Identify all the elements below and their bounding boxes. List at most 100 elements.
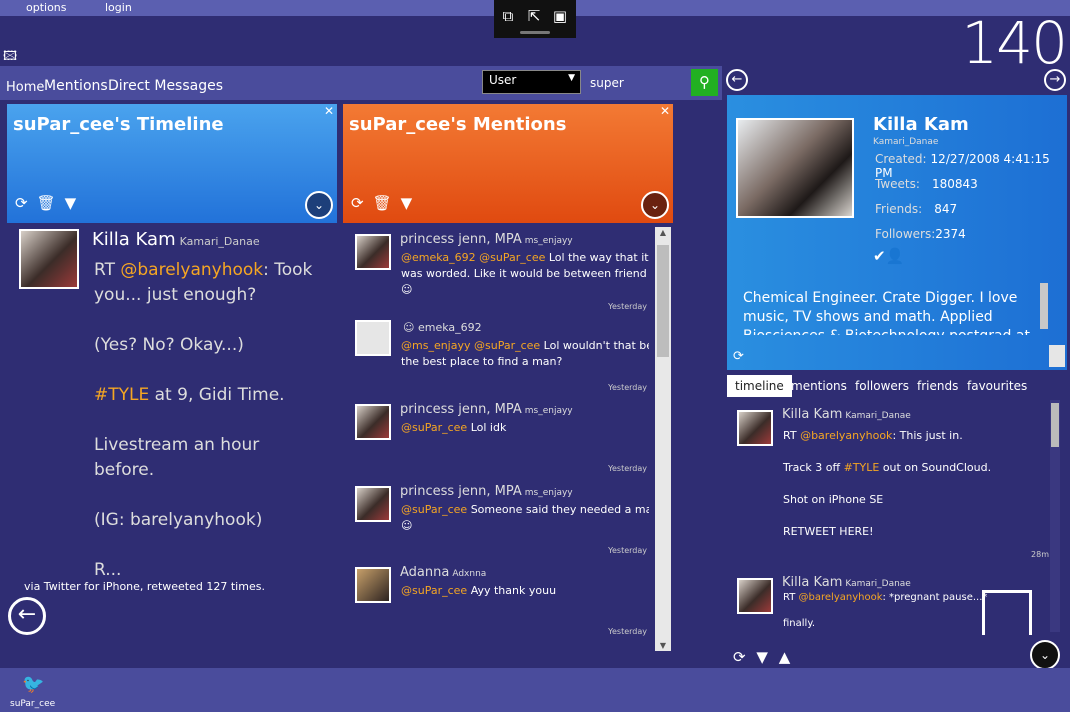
scroll-up-icon[interactable]: ▲ [655,228,671,237]
scroll-down-icon[interactable]: ▼ [655,641,671,650]
list-item[interactable]: princess jenn, MPA ms_enjayy @suPar_cee L… [349,394,649,474]
mentions-list: princess jenn, MPA ms_enjayy @emeka_692 @… [349,224,655,650]
bio-scrollbar[interactable] [1040,283,1048,329]
search-type-select[interactable]: User ▼ [482,70,581,94]
follow-user-icon[interactable]: ✔👤 [873,247,904,265]
login-menu[interactable]: login [105,1,132,14]
tweet-line: : This just in. [892,429,963,442]
mention-text: @suPar_cee Someone said they needed a ma… [401,502,649,534]
tweet-text: Track 3 off #TYLE out on SoundCloud. [783,461,1043,474]
options-menu[interactable]: options [26,1,67,14]
list-item[interactable]: Killa Kam Kamari_Danae RT @barelyanyhook:… [727,400,1051,568]
tab-mentions[interactable]: mentions [783,375,855,397]
mention-link[interactable]: @barelyanyhook [799,592,883,603]
avatar[interactable] [355,486,391,522]
trash-icon[interactable]: 🗑 [37,194,56,212]
nav-mentions[interactable]: Mentions [44,78,108,94]
filter-triangle-icon[interactable]: ▼ [65,194,77,212]
select-pointer-icon[interactable]: ⇱ [524,6,544,26]
mention-author-name: princess jenn, MPA [400,232,522,247]
tweet-prefix: RT [94,260,121,280]
trash-icon[interactable]: 🗑 [373,194,392,212]
mention-author: Adanna Adxnna [400,565,486,580]
refresh-icon[interactable]: ⟳ [733,349,744,364]
triangle-down-icon[interactable]: ▼ [756,648,768,666]
timestamp: Yesterday [608,464,647,473]
avatar[interactable] [19,229,79,289]
new-window-icon[interactable]: ⧉ [498,6,518,26]
search-type-value: User [489,73,517,87]
tweet-prefix: RT [783,429,801,442]
mention-link[interactable]: @suPar_cee [401,584,467,597]
hashtag-link[interactable]: #TYLE [94,385,149,405]
avatar[interactable] [355,234,391,270]
refresh-icon[interactable]: ⟳ [15,194,28,212]
expand-panel-button[interactable]: ⌄ [1030,640,1060,670]
mention-link[interactable]: @ms_enjayy @suPar_cee [401,339,540,352]
close-icon[interactable]: ✕ [660,104,670,118]
twitter-bird-icon[interactable]: 🐦 [22,674,44,695]
current-user-label: suPar_cee [10,699,56,709]
mention-author-handle: ms_enjayy [524,488,573,498]
tweet-author-handle: Kamari_Danae [179,235,260,248]
tab-friends[interactable]: friends [909,375,966,397]
mention-link[interactable]: @suPar_cee [401,421,467,434]
search-button[interactable]: ⚲ [691,69,718,96]
search-input[interactable]: super [586,70,692,96]
profile-followers: Followers:2374 [875,227,966,241]
tab-favourites[interactable]: favourites [959,375,1035,397]
profile-tweets: Tweets: 180843 [875,177,978,191]
back-button[interactable]: ← [8,597,46,635]
timeline-column-header: suPar_cee's Timeline ✕ ⟳ 🗑 ▼ ⌄ [7,104,337,223]
close-icon[interactable]: ✕ [324,104,334,118]
tweet-author-name: Killa Kam [782,407,843,422]
tweet-text: Shot on iPhone SE [783,493,884,506]
mentions-scroll-thumb[interactable] [657,245,669,357]
tweet-body: RT @barelyanyhook: Took you... just enou… [94,258,314,583]
expand-column-button[interactable]: ⌄ [305,191,333,219]
list-item[interactable]: princess jenn, MPA ms_enjayy @suPar_cee S… [349,476,649,556]
tweet-author[interactable]: Killa Kam Kamari_Danae [92,229,260,250]
resize-handle[interactable] [1049,345,1065,367]
fullscreen-icon[interactable]: ▣ [550,6,570,26]
list-item[interactable]: ☺ emeka_692 @ms_enjayy @suPar_cee Lol wo… [349,312,649,392]
mention-body: Lol the way that it [545,251,649,264]
expand-column-button[interactable]: ⌄ [641,191,669,219]
avatar[interactable] [737,410,773,446]
profile-timeline-scroll-thumb[interactable] [1051,403,1059,447]
nav-direct-messages[interactable]: Direct Messages [108,78,223,94]
mention-body: Someone said they needed a man [467,503,649,516]
created-label: Created: [875,152,927,166]
fullscreen-overlay-icon[interactable] [982,590,1032,635]
list-item[interactable]: princess jenn, MPA ms_enjayy @emeka_692 @… [349,224,649,311]
tweets-label: Tweets: [875,177,920,191]
tweet-text: at 9, Gidi Time. Livestream an hour befo… [94,385,285,580]
mention-text: @ms_enjayy @suPar_cee Lol wouldn't that … [401,338,649,370]
filter-triangle-icon[interactable]: ▼ [401,194,413,212]
refresh-icon[interactable]: ⟳ [733,648,746,666]
avatar[interactable] [355,320,391,356]
arrow-left-icon[interactable]: ← [726,69,748,91]
profile-footer-actions: ⟳ ▼ ▲ [733,648,790,666]
friends-label: Friends: [875,202,923,216]
mention-link[interactable]: @suPar_cee [401,503,467,516]
mention-link[interactable]: @emeka_692 @suPar_cee [401,251,545,264]
mention-body: Lol idk [467,421,507,434]
avatar[interactable] [737,578,773,614]
profile-avatar[interactable] [736,118,854,218]
tweet-line: : *pregnant pause...* [882,592,988,603]
toolbar-grip[interactable] [520,31,550,34]
tab-followers[interactable]: followers [847,375,917,397]
mention-link[interactable]: @barelyanyhook [120,260,263,280]
nav-home[interactable]: Home [6,80,44,95]
refresh-icon[interactable]: ⟳ [351,194,364,212]
mention-link[interactable]: @barelyanyhook [800,429,892,442]
profile-handle: Kamari_Danae [873,137,939,147]
arrow-right-icon[interactable]: → [1044,69,1066,91]
avatar[interactable] [355,567,391,603]
avatar[interactable] [355,404,391,440]
list-item[interactable]: Adanna Adxnna @suPar_cee Ayy thank youu Y… [349,557,649,637]
tweets-value: 180843 [931,177,978,191]
triangle-up-icon[interactable]: ▲ [779,648,791,666]
hashtag-link[interactable]: #TYLE [844,461,880,474]
